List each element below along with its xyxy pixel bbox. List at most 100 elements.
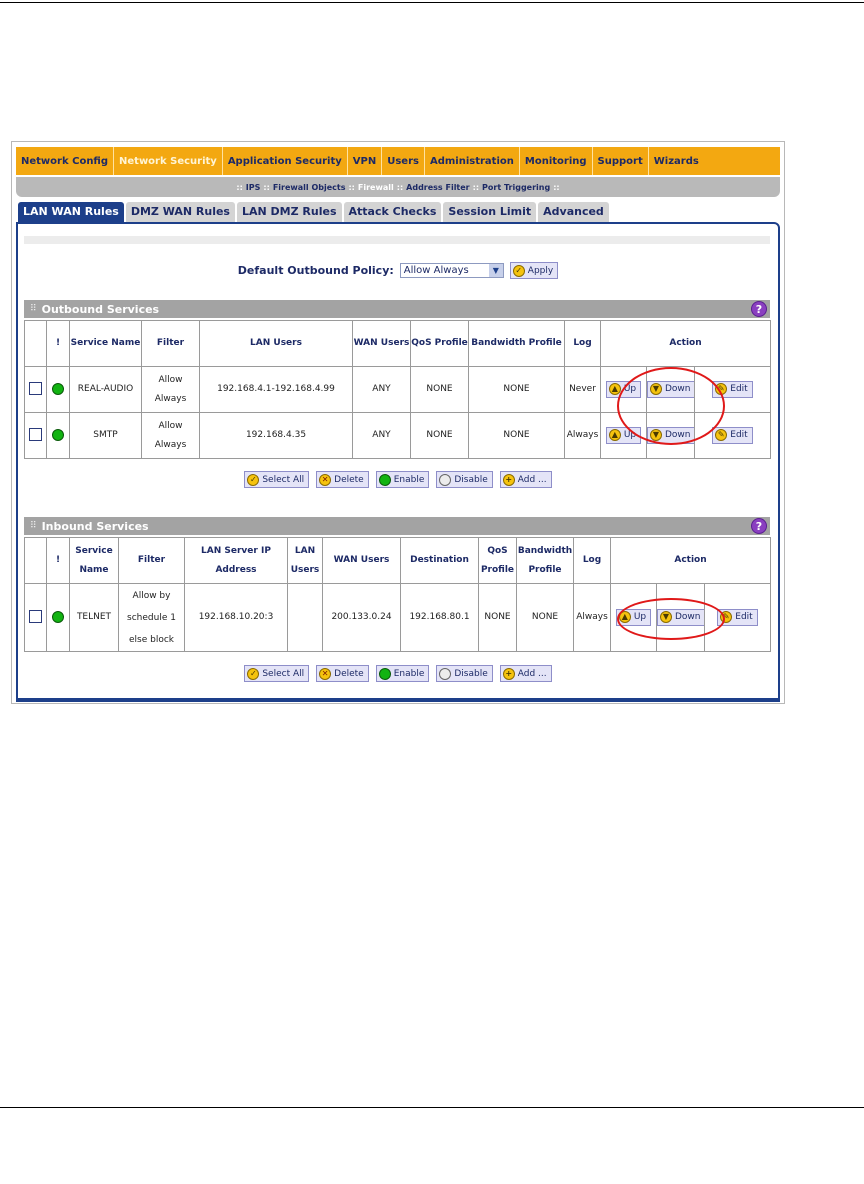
row-checkbox[interactable]: [29, 382, 42, 395]
header-lan-users: LAN Users: [199, 320, 353, 367]
row-checkbox[interactable]: [29, 428, 42, 441]
help-icon[interactable]: ?: [751, 518, 767, 534]
edit-label: Edit: [735, 611, 753, 622]
header-bandwidth-profile: Bandwidth Profile: [468, 320, 565, 367]
screenshot-frame: Network Config Network Security Applicat…: [11, 141, 785, 704]
default-policy-select[interactable]: Allow Always ▼: [399, 263, 504, 278]
chevron-down-icon: ▼: [488, 264, 503, 277]
disable-label: Disable: [454, 474, 488, 485]
header-qos-profile: QoS Profile: [410, 320, 469, 367]
subnav-ips[interactable]: IPS: [246, 183, 261, 192]
main-nav: Network Config Network Security Applicat…: [16, 147, 780, 175]
disable-icon: [439, 473, 452, 486]
sub-nav-separator: ::: [348, 182, 355, 192]
default-policy-row: Default Outbound Policy: Allow Always ▼ …: [18, 262, 778, 279]
delete-button[interactable]: ✕ Delete: [316, 665, 369, 682]
nav-application-security[interactable]: Application Security: [223, 147, 348, 175]
lan-users-cell: [287, 583, 323, 652]
outbound-section-header: ⠿ Outbound Services ?: [24, 300, 770, 318]
enable-label: Enable: [393, 474, 425, 485]
edit-label: Edit: [730, 429, 748, 440]
status-cell: [46, 366, 70, 413]
header-service-name: Service Name: [69, 320, 142, 367]
header-lan-users: LAN Users: [287, 537, 323, 584]
nav-administration[interactable]: Administration: [425, 147, 520, 175]
disable-icon: [439, 667, 452, 680]
select-all-label: Select All: [262, 474, 305, 485]
wan-users-cell: 200.133.0.24: [322, 583, 401, 652]
tab-dmz-wan-rules[interactable]: DMZ WAN Rules: [125, 202, 235, 222]
header-log: Log: [564, 320, 601, 367]
sub-nav-separator: ::: [263, 182, 270, 192]
default-policy-label: Default Outbound Policy:: [237, 264, 394, 277]
header-status: !: [46, 537, 70, 584]
subnav-firewall-objects[interactable]: Firewall Objects: [273, 183, 346, 192]
wan-users-cell: ANY: [352, 412, 411, 459]
delete-label: Delete: [334, 474, 364, 485]
service-name-cell: SMTP: [69, 412, 142, 459]
sub-nav-separator: ::: [396, 182, 404, 192]
wan-users-cell: ANY: [352, 366, 411, 413]
check-icon: ✓: [512, 264, 525, 277]
disable-button[interactable]: Disable: [436, 471, 493, 488]
edit-button[interactable]: ✎ Edit: [712, 426, 753, 444]
disable-button[interactable]: Disable: [436, 665, 493, 682]
add-button[interactable]: + Add ...: [499, 665, 552, 682]
subnav-port-triggering[interactable]: Port Triggering: [482, 183, 550, 192]
sub-nav-separator: ::: [236, 182, 243, 192]
nav-users[interactable]: Users: [382, 147, 425, 175]
filter-cell: Allow Always: [141, 366, 200, 413]
sub-nav: :: IPS :: Firewall Objects :: Firewall :…: [16, 177, 780, 197]
filter-cell: Allow Always: [141, 412, 200, 459]
select-all-button[interactable]: ✓ Select All: [244, 665, 310, 682]
subnav-firewall[interactable]: Firewall: [358, 183, 394, 192]
select-all-button[interactable]: ✓ Select All: [244, 471, 310, 488]
qos-cell: NONE: [410, 366, 469, 413]
header-filter: Filter: [118, 537, 185, 584]
tab-attack-checks[interactable]: Attack Checks: [343, 202, 442, 222]
panel-bottom-bar: [16, 698, 780, 702]
page-top-rule: [0, 2, 864, 3]
header-status: !: [46, 320, 70, 367]
delete-label: Delete: [334, 668, 364, 679]
pencil-icon: ✎: [715, 429, 728, 441]
enable-button[interactable]: Enable: [375, 471, 430, 488]
inbound-header-row: ! Service Name Filter LAN Server IP Addr…: [24, 537, 771, 584]
row-checkbox[interactable]: [29, 610, 42, 623]
header-bandwidth-profile: Bandwidth Profile: [516, 537, 574, 584]
header-action: Action: [600, 320, 771, 367]
default-policy-value: Allow Always: [403, 265, 469, 276]
status-enabled-icon: [52, 610, 64, 623]
nav-wizards[interactable]: Wizards: [649, 147, 704, 175]
tab-session-limit[interactable]: Session Limit: [443, 202, 537, 222]
nav-support[interactable]: Support: [593, 147, 649, 175]
tab-advanced[interactable]: Advanced: [538, 202, 609, 222]
header-log: Log: [573, 537, 611, 584]
tab-lan-wan-rules[interactable]: LAN WAN Rules: [18, 202, 124, 222]
add-button[interactable]: + Add ...: [499, 471, 552, 488]
delete-icon: ✕: [319, 473, 332, 486]
tab-lan-dmz-rules[interactable]: LAN DMZ Rules: [236, 202, 342, 222]
status-enabled-icon: [52, 382, 64, 395]
bandwidth-cell: NONE: [468, 412, 565, 459]
nav-network-config[interactable]: Network Config: [16, 147, 115, 175]
nav-vpn[interactable]: VPN: [348, 147, 383, 175]
filter-cell: Allow by schedule 1 else block: [118, 583, 185, 652]
nav-monitoring[interactable]: Monitoring: [520, 147, 593, 175]
header-wan-users: WAN Users: [322, 537, 401, 584]
outbound-title: Outbound Services: [41, 302, 160, 316]
delete-button[interactable]: ✕ Delete: [316, 471, 369, 488]
subnav-address-filter[interactable]: Address Filter: [406, 183, 469, 192]
header-service-name: Service Name: [69, 537, 119, 584]
enable-icon: [378, 473, 391, 486]
enable-button[interactable]: Enable: [375, 665, 430, 682]
select-all-label: Select All: [262, 668, 305, 679]
apply-button[interactable]: ✓ Apply: [509, 262, 559, 279]
destination-cell: 192.168.80.1: [400, 583, 479, 652]
highlight-ring-outbound: [617, 367, 725, 445]
help-icon[interactable]: ?: [751, 301, 767, 317]
nav-network-security[interactable]: Network Security: [114, 147, 223, 175]
log-cell: Always: [573, 583, 611, 652]
header-checkbox-cell: [24, 537, 47, 584]
service-name-cell: REAL-AUDIO: [69, 366, 142, 413]
